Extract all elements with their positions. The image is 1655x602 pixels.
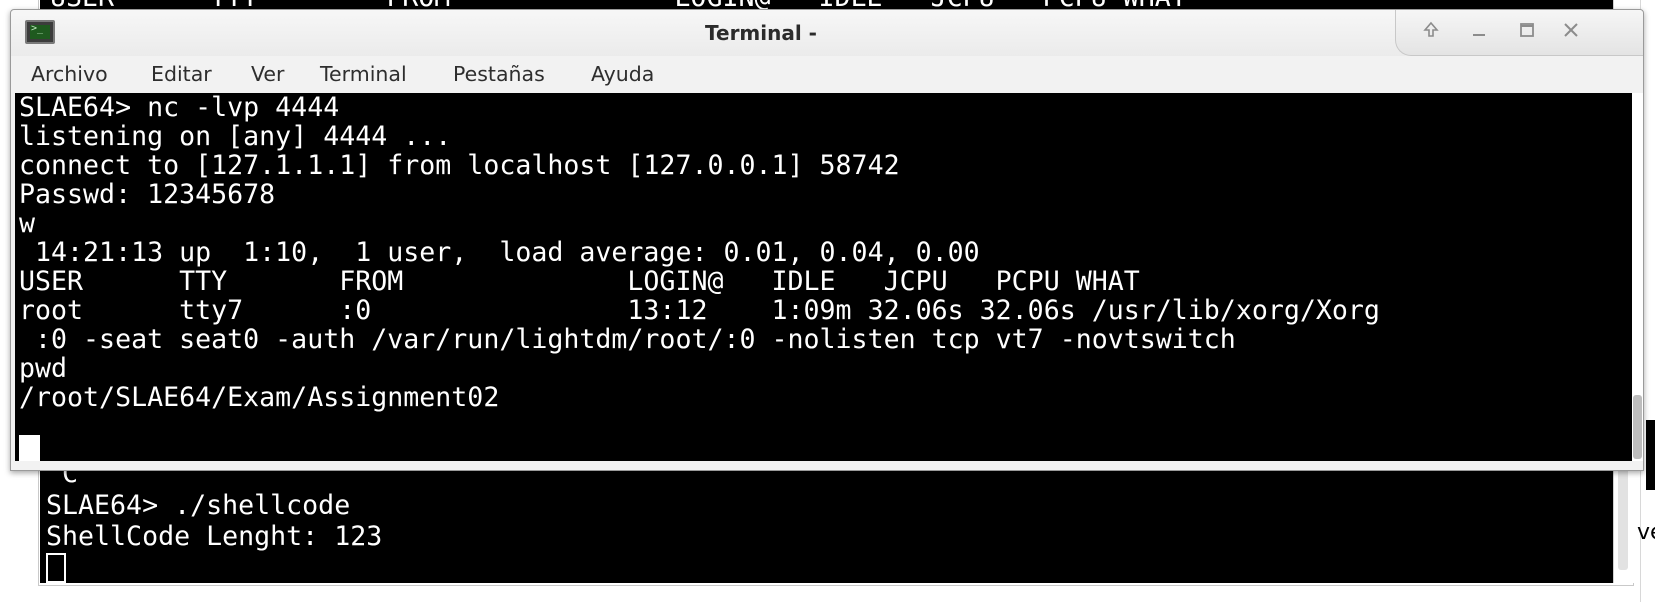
- terminal-window[interactable]: Terminal - Archivo Editar Ver Termi: [10, 9, 1644, 471]
- terminal-cursor: [19, 435, 40, 461]
- terminal-line: :0 -seat seat0 -auth /var/run/lightdm/ro…: [19, 324, 1236, 355]
- window-controls: [1395, 10, 1643, 56]
- title-bar[interactable]: Terminal -: [11, 10, 1643, 57]
- terminal-line: pwd: [19, 353, 68, 384]
- menu-ayuda[interactable]: Ayuda: [591, 56, 654, 92]
- menu-bar: Archivo Editar Ver Terminal Pestañas Ayu…: [11, 56, 1643, 92]
- right-edge-text-fragment: ve: [1637, 520, 1655, 545]
- terminal-line: w: [19, 208, 36, 239]
- terminal-line: connect to [127.1.1.1] from localhost [1…: [19, 150, 900, 181]
- terminal-line: root tty7 :0 13:12 1:09m 32.06s 32.06s /…: [19, 295, 1380, 326]
- background-terminal-line: ShellCode Lenght: 123: [46, 521, 383, 552]
- menu-ver[interactable]: Ver: [251, 56, 284, 92]
- arrow-up-icon[interactable]: [1418, 20, 1444, 46]
- terminal-line: listening on [any] 4444 ...: [19, 121, 452, 152]
- window-title: Terminal -: [705, 21, 817, 45]
- terminal-scrollbar[interactable]: [1632, 93, 1643, 461]
- menu-terminal[interactable]: Terminal: [320, 56, 407, 92]
- menu-archivo[interactable]: Archivo: [31, 56, 108, 92]
- right-edge-dark-block: [1646, 420, 1655, 490]
- terminal-line: Passwd: 12345678: [19, 179, 276, 210]
- close-icon[interactable]: [1558, 20, 1584, 46]
- background-terminal-cursor: [46, 553, 66, 583]
- background-terminal-line: SLAE64> ./shellcode: [46, 490, 351, 521]
- minimize-icon[interactable]: [1466, 20, 1492, 46]
- terminal-line: 14:21:13 up 1:10, 1 user, load average: …: [19, 237, 980, 268]
- desktop: USER TTY FROM LOGIN@ IDLE JCPU PCPU WHAT…: [0, 0, 1655, 602]
- terminal-line: USER TTY FROM LOGIN@ IDLE JCPU PCPU WHAT: [19, 266, 1140, 297]
- scrollbar-thumb[interactable]: [1633, 395, 1642, 459]
- terminal-line: /root/SLAE64/Exam/Assignment02: [19, 382, 500, 413]
- maximize-icon[interactable]: [1514, 20, 1540, 46]
- menu-editar[interactable]: Editar: [151, 56, 212, 92]
- terminal-output[interactable]: SLAE64> nc -lvp 4444 listening on [any] …: [15, 93, 1632, 461]
- terminal-line: SLAE64> nc -lvp 4444: [19, 93, 340, 123]
- menu-pestanas[interactable]: Pestañas: [453, 56, 545, 92]
